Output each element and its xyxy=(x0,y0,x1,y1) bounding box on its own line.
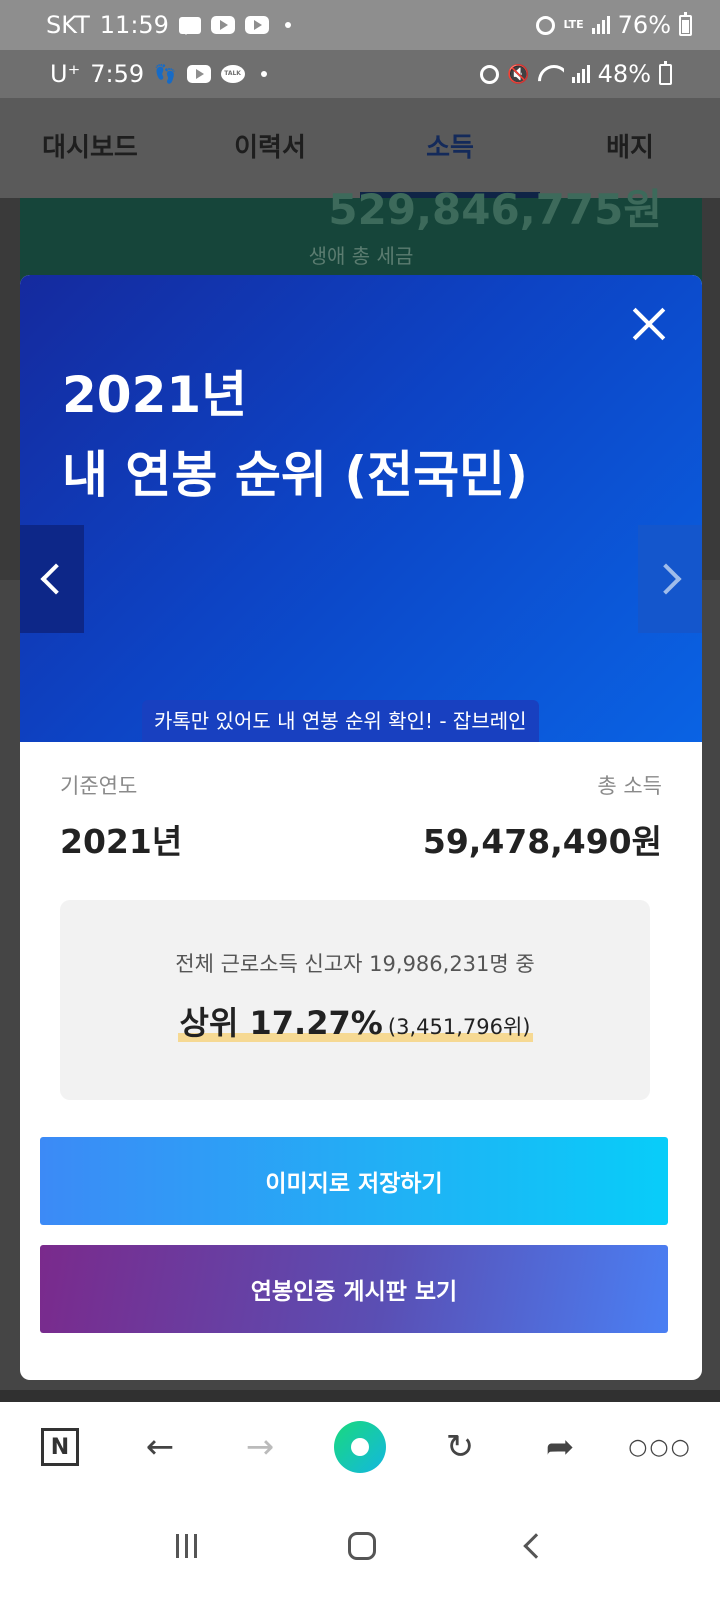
outer-status-bar: SKT 11:59 LTE 76% xyxy=(0,0,720,50)
total-income-value: 59,478,490원 xyxy=(422,822,662,861)
recent-apps-icon[interactable] xyxy=(175,1534,197,1558)
rank-highlight: 상위 17.27% (3,451,796위) xyxy=(177,998,533,1044)
battery-icon xyxy=(659,60,672,85)
rank-context-text: 전체 근로소득 신고자 19,986,231명 중 xyxy=(175,952,535,976)
inner-status-bar: U⁺ 7:59 👣 TALK 🔇 48% xyxy=(0,50,720,98)
chevron-left-icon xyxy=(40,563,72,595)
next-slide-button[interactable] xyxy=(638,525,702,633)
view-salary-board-button[interactable]: 연봉인증 게시판 보기 xyxy=(40,1245,668,1333)
total-income-label: 총 소득 xyxy=(597,774,662,798)
salary-rank-banner: 2021년 내 연봉 순위 (전국민) 카톡만 있어도 내 연봉 순위 확인! … xyxy=(20,275,702,742)
steps-icon: 👣 xyxy=(154,63,177,85)
close-icon[interactable] xyxy=(626,301,672,347)
green-dot-icon xyxy=(334,1421,386,1473)
system-navigation-bar xyxy=(0,1492,720,1600)
share-icon[interactable]: ➦ xyxy=(530,1417,590,1477)
back-arrow-icon[interactable]: ← xyxy=(130,1417,190,1477)
youtube-icon xyxy=(210,16,235,34)
outer-carrier: SKT xyxy=(46,11,90,39)
naver-home-button[interactable]: N xyxy=(30,1417,90,1477)
lte-icon: LTE xyxy=(563,18,584,31)
kakaotalk-icon: TALK xyxy=(220,65,245,83)
promo-caption[interactable]: 카톡만 있어도 내 연봉 순위 확인! - 잡브레인 xyxy=(142,700,539,742)
background-lifetime-tax-label: 생애 총 세금 xyxy=(308,244,414,268)
alarm-icon xyxy=(480,64,500,84)
chevron-right-icon xyxy=(650,563,682,595)
background-amount: 529,846,775원 xyxy=(328,185,662,234)
more-notifications-dot-icon xyxy=(284,22,291,28)
green-dot-button[interactable] xyxy=(330,1417,390,1477)
banner-title-text: 내 연봉 순위 (전국민) xyxy=(62,446,528,504)
base-year-label: 기준연도 xyxy=(60,774,138,798)
youtube-icon xyxy=(186,65,211,83)
base-year-value: 2021년 xyxy=(60,822,183,861)
back-icon[interactable] xyxy=(522,1533,549,1559)
previous-slide-button[interactable] xyxy=(20,525,84,633)
inner-battery-percent: 48% xyxy=(597,60,651,88)
salary-rank-modal: 2021년 내 연봉 순위 (전국민) 카톡만 있어도 내 연봉 순위 확인! … xyxy=(20,275,702,1380)
signal-icon xyxy=(571,65,590,83)
browser-toolbar: N ← → ↻ ➦ ○○○ xyxy=(0,1402,720,1492)
alarm-icon xyxy=(536,15,556,35)
inner-time: 7:59 xyxy=(90,60,145,88)
wifi-icon xyxy=(538,65,564,83)
home-icon[interactable] xyxy=(347,1532,376,1560)
inner-carrier: U⁺ xyxy=(50,60,81,88)
background-divider xyxy=(0,1390,720,1402)
naver-n-icon: N xyxy=(41,1428,79,1466)
more-notifications-dot-icon xyxy=(260,71,267,77)
banner-title-year: 2021년 xyxy=(62,366,248,424)
message-icon xyxy=(178,16,201,35)
battery-charging-icon xyxy=(679,11,692,36)
reload-icon[interactable]: ↻ xyxy=(430,1417,490,1477)
rank-position: (3,451,796위) xyxy=(387,1015,531,1039)
save-as-image-button[interactable]: 이미지로 저장하기 xyxy=(40,1137,668,1225)
rank-percent: 상위 17.27% xyxy=(179,1004,383,1042)
more-menu-icon[interactable]: ○○○ xyxy=(628,1417,690,1477)
info-values-row: 2021년 59,478,490원 xyxy=(60,815,662,863)
outer-time: 11:59 xyxy=(99,11,169,39)
mute-icon: 🔇 xyxy=(507,63,530,85)
youtube-icon xyxy=(244,16,269,34)
rank-summary-box: 전체 근로소득 신고자 19,986,231명 중 상위 17.27% (3,4… xyxy=(60,900,650,1100)
signal-icon xyxy=(591,16,610,34)
info-labels-row: 기준연도 총 소득 xyxy=(60,770,662,800)
forward-arrow-icon[interactable]: → xyxy=(230,1417,290,1477)
banner-title: 2021년 내 연봉 순위 (전국민) xyxy=(62,355,528,515)
rank-result: 상위 17.27% (3,451,796위) xyxy=(60,998,650,1044)
tab-dashboard[interactable]: 대시보드 xyxy=(0,98,180,198)
outer-battery-percent: 76% xyxy=(617,11,671,39)
